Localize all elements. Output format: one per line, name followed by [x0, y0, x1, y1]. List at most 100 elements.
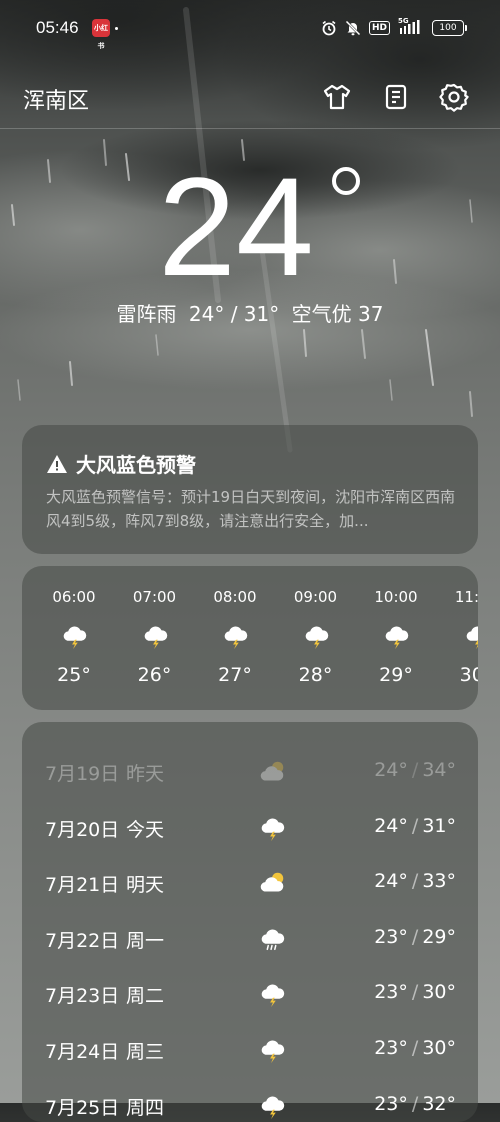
location-title[interactable]: 浑南区 [23, 83, 89, 115]
thunder-icon [301, 621, 331, 651]
daily-row[interactable]: 7月24日 周三 23°/30° [22, 1023, 478, 1078]
hourly-temp: 28° [298, 664, 333, 686]
app-header: 浑南区 [0, 72, 500, 128]
temp-separator: / [411, 759, 419, 781]
daily-high: 34° [422, 759, 456, 781]
notification-dot [115, 27, 118, 30]
signal-5g-icon: 5G [398, 17, 424, 37]
hourly-time: 11:00 [454, 588, 478, 606]
daily-row[interactable]: 7月19日 昨天 24°/34° [22, 745, 478, 800]
temp-separator: / [411, 1037, 419, 1059]
daily-row[interactable]: 7月25日 周四 23°/32° [22, 1079, 478, 1122]
thunder-icon [220, 621, 250, 651]
clothing-icon[interactable] [321, 81, 353, 113]
temp-separator: / [411, 814, 419, 837]
document-icon[interactable] [380, 81, 412, 113]
temp-separator: / [411, 981, 419, 1004]
current-range: 24° / 31° [188, 302, 280, 326]
current-temperature: 24 [0, 142, 500, 312]
daily-temp-range: 24°/33° [374, 870, 456, 892]
header-divider [0, 128, 500, 129]
daily-high: 30° [422, 981, 456, 1004]
daily-temp-range: 23°/29° [374, 926, 456, 948]
daily-row[interactable]: 7月22日 周一 23°/29° [22, 912, 478, 967]
alert-title: 大风蓝色预警 [76, 453, 196, 477]
daily-temp-range: 23°/30° [374, 981, 456, 1003]
daily-temp-range: 23°/30° [374, 1037, 456, 1059]
hourly-time: 09:00 [293, 588, 338, 606]
thunder-icon [256, 979, 288, 1009]
daily-low: 23° [374, 1037, 408, 1059]
hourly-temp: 26° [137, 664, 172, 686]
thunder-icon [256, 1035, 288, 1065]
warning-icon [47, 454, 67, 473]
daily-high: 31° [422, 814, 456, 837]
daily-day-label: 今天 [126, 818, 165, 841]
daily-temp-range: 24°/31° [374, 815, 456, 837]
daily-day-label: 昨天 [126, 763, 165, 785]
daily-day-label: 周一 [126, 929, 165, 952]
app-notification-icon: 小红书 [92, 19, 110, 50]
current-temperature-value: 24 [158, 148, 314, 305]
gear-icon[interactable] [438, 81, 470, 113]
status-time: 05:46 [36, 18, 79, 37]
daily-low: 24° [374, 814, 408, 837]
hourly-time: 07:00 [132, 588, 177, 606]
daily-date: 7月19日 [45, 763, 120, 785]
daily-low: 24° [374, 759, 408, 781]
partly-cloudy-icon [256, 757, 288, 787]
daily-day-label: 周二 [126, 985, 165, 1008]
daily-forecast-card[interactable]: 7月19日 昨天 24°/34° 7月20日 今天 24°/31° 7月21日 明天 24°/3… [22, 722, 478, 1122]
thunder-icon [381, 621, 411, 651]
current-condition: 雷阵雨 [116, 302, 177, 326]
alert-description: 大风蓝色预警信号：预计19日白天到夜间，沈阳市浑南区西南风4到5级，阵风7到8级… [46, 488, 456, 530]
daily-row[interactable]: 7月21日 明天 24°/33° [22, 856, 478, 911]
battery-icon: 100 [432, 20, 467, 36]
daily-high: 30° [422, 1037, 456, 1059]
daily-low: 23° [374, 981, 408, 1004]
hourly-forecast-card[interactable]: 06:00 25° 07:00 26° 08:00 27° 09:00 28° 10:00 29°… [22, 566, 478, 710]
rain-icon [256, 924, 288, 954]
hd-icon: HD [368, 21, 390, 35]
daily-date: 7月24日 [45, 1041, 120, 1063]
daily-row[interactable]: 7月23日 周二 23°/30° [22, 967, 478, 1022]
daily-date: 7月25日 [45, 1096, 120, 1119]
daily-high: 32° [422, 1092, 456, 1115]
hourly-temp: 27° [218, 664, 252, 686]
hourly-temp: 29° [379, 664, 413, 686]
hourly-temp: 30° [459, 664, 478, 686]
daily-row[interactable]: 7月20日 今天 24°/31° [22, 801, 478, 856]
air-quality[interactable]: 空气优 37 [292, 302, 384, 326]
status-bar: 05:46 小红书 HD 5G 100 [0, 0, 500, 58]
thunder-icon [462, 621, 478, 651]
alert-title-row: 大风蓝色预警 [46, 449, 196, 478]
hourly-temp: 25° [57, 664, 91, 686]
hourly-time: 08:00 [213, 588, 257, 606]
daily-temp-range: 24°/34° [374, 759, 456, 781]
temp-separator: / [411, 1092, 419, 1115]
thunder-icon [59, 621, 89, 651]
thunder-icon [256, 1091, 288, 1121]
daily-low: 24° [374, 870, 408, 893]
daily-date: 7月22日 [45, 929, 120, 952]
daily-date: 7月20日 [45, 818, 120, 841]
daily-high: 33° [422, 870, 456, 893]
current-condition-line: 雷阵雨 24° / 31° 空气优 37 [0, 298, 500, 327]
weather-alert-card[interactable]: 大风蓝色预警 大风蓝色预警信号：预计19日白天到夜间，沈阳市浑南区西南风4到5级… [22, 425, 478, 554]
temp-separator: / [411, 925, 419, 948]
status-icons: HD 5G 100 [313, 17, 467, 39]
hourly-time: 10:00 [374, 588, 418, 606]
hourly-time: 06:00 [52, 588, 96, 606]
daily-date: 7月21日 [45, 874, 120, 897]
daily-day-label: 周三 [126, 1041, 165, 1063]
thunder-icon [140, 621, 170, 651]
thunder-icon [256, 813, 288, 843]
daily-day-label: 周四 [126, 1096, 165, 1119]
daily-low: 23° [374, 925, 408, 948]
daily-high: 29° [422, 925, 456, 948]
temp-separator: / [411, 870, 419, 893]
degree-symbol [332, 167, 360, 195]
mute-bell-icon [345, 20, 361, 36]
daily-low: 23° [374, 1092, 408, 1115]
partly-cloudy-icon [256, 868, 288, 898]
